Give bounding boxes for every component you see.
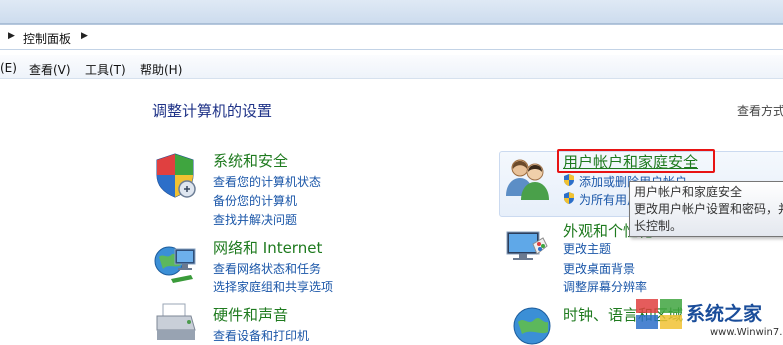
tooltip-line: 长控制。 — [634, 219, 683, 233]
network-globe-icon — [154, 246, 196, 283]
watermark-site-name: 系统之家 — [686, 303, 763, 325]
page-title: 调整计算机的设置 — [152, 102, 273, 120]
watermark: 系统之家 www.Winwin7.com — [604, 293, 783, 345]
menu-bar: (E) 查看(V) 工具(T) 帮助(H) — [0, 55, 783, 79]
menu-edit[interactable]: (E) — [0, 61, 17, 75]
menu-tools[interactable]: 工具(T) — [85, 61, 126, 78]
link-view-computer-status[interactable]: 查看您的计算机状态 — [213, 173, 321, 190]
clock-globe-icon — [513, 307, 551, 345]
tooltip-line: 更改用户帐户设置和密码，并 — [634, 202, 783, 216]
menu-help[interactable]: 帮助(H) — [140, 61, 182, 78]
link-devices-printers[interactable]: 查看设备和打印机 — [213, 327, 309, 344]
monitor-palette-icon — [506, 231, 548, 260]
category-network-internet[interactable]: 网络和 Internet — [213, 237, 322, 258]
tooltip-title: 用户帐户和家庭安全 — [634, 185, 743, 199]
category-hardware-sound[interactable]: 硬件和声音 — [213, 304, 288, 325]
link-homegroup-sharing[interactable]: 选择家庭组和共享选项 — [213, 278, 333, 295]
printer-icon — [156, 303, 196, 340]
link-backup-computer[interactable]: 备份您的计算机 — [213, 192, 297, 209]
annotation-highlight-box — [557, 149, 715, 173]
link-troubleshoot[interactable]: 查找并解决问题 — [213, 211, 297, 228]
watermark-logo-icon — [636, 299, 682, 329]
breadcrumb-arrow-icon[interactable]: ▶ — [8, 31, 15, 41]
breadcrumb-control-panel[interactable]: 控制面板 — [23, 30, 71, 47]
users-icon — [506, 159, 549, 200]
tooltip: 用户帐户和家庭安全 更改用户帐户设置和密码，并 长控制。 — [629, 181, 783, 237]
watermark-url: www.Winwin7.com — [710, 327, 783, 338]
uac-shield-icon — [564, 192, 574, 204]
menu-view[interactable]: 查看(V) — [29, 61, 71, 78]
shield-icon — [156, 153, 196, 198]
address-bar[interactable]: ▶ 控制面板 ▶ — [0, 24, 783, 50]
view-by-label[interactable]: 查看方式 — [737, 102, 783, 119]
window-title-bar — [0, 0, 783, 24]
link-change-theme[interactable]: 更改主题 — [563, 240, 611, 257]
link-change-desktop-background[interactable]: 更改桌面背景 — [563, 260, 635, 277]
category-system-security[interactable]: 系统和安全 — [213, 150, 288, 171]
link-network-status[interactable]: 查看网络状态和任务 — [213, 260, 321, 277]
uac-shield-icon — [564, 174, 574, 186]
control-panel-content: 调整计算机的设置 查看方式 系统和安全 查看您的计算机状态 备份您的计算机 查找… — [0, 80, 783, 345]
breadcrumb-dropdown-icon[interactable]: ▶ — [81, 31, 88, 41]
